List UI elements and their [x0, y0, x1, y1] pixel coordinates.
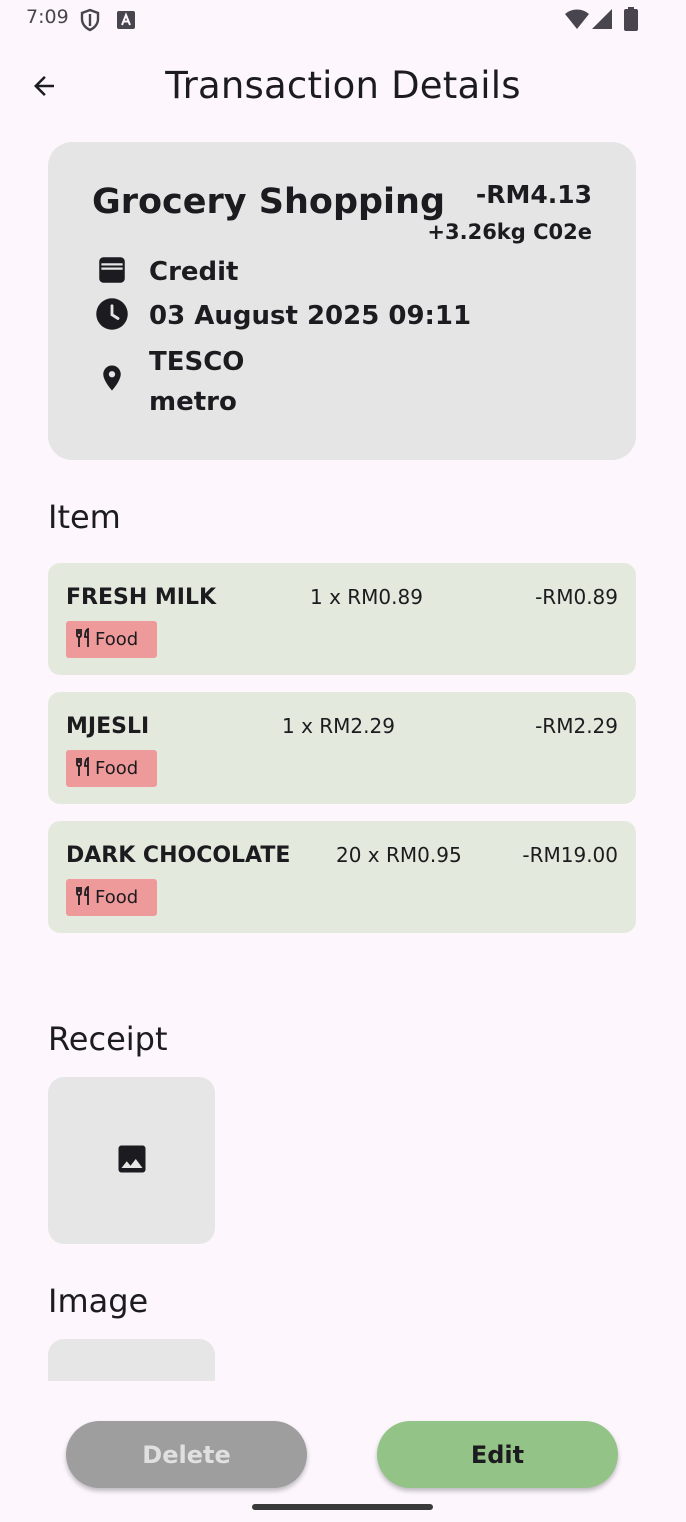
item-total: -RM19.00 — [522, 843, 618, 867]
receipt-heading: Receipt — [48, 1020, 168, 1058]
category-tag: Food — [66, 750, 157, 787]
restaurant-icon — [75, 627, 93, 652]
item-card[interactable]: MJESLI 1 x RM2.29 -RM2.29 Food — [48, 692, 636, 804]
cell-signal-icon — [591, 8, 613, 34]
category-label: Food — [95, 629, 139, 650]
image-thumbnail[interactable] — [48, 1339, 215, 1381]
notification-app-icon — [116, 10, 136, 34]
item-card[interactable]: DARK CHOCOLATE 20 x RM0.95 -RM19.00 Food — [48, 821, 636, 933]
transaction-datetime: 03 August 2025 09:11 — [149, 301, 472, 331]
delete-button[interactable]: Delete — [66, 1421, 307, 1488]
payment-method-row: Credit — [94, 252, 239, 292]
location-line-1: TESCO — [149, 347, 245, 377]
home-indicator[interactable] — [252, 1504, 433, 1510]
item-quantity: 1 x RM0.89 — [310, 585, 423, 609]
payment-method: Credit — [149, 257, 239, 287]
item-card[interactable]: FRESH MILK 1 x RM0.89 -RM0.89 Food — [48, 563, 636, 675]
image-icon — [114, 1141, 150, 1181]
location-line-2: metro — [149, 387, 237, 417]
category-label: Food — [95, 887, 139, 908]
page-title: Transaction Details — [165, 64, 521, 107]
transaction-summary-card: Grocery Shopping -RM4.13 +3.26kg C02e Cr… — [48, 142, 636, 460]
item-total: -RM0.89 — [535, 585, 618, 609]
clock-icon — [94, 296, 130, 332]
item-name: MJESLI — [66, 714, 150, 739]
status-time: 7:09 — [26, 6, 69, 28]
wifi-icon — [564, 8, 590, 34]
edit-button[interactable]: Edit — [377, 1421, 618, 1488]
category-label: Food — [95, 758, 139, 779]
category-tag: Food — [66, 621, 157, 658]
restaurant-icon — [75, 756, 93, 781]
item-name: FRESH MILK — [66, 585, 217, 610]
item-name: DARK CHOCOLATE — [66, 843, 291, 868]
location-pin-icon — [94, 360, 130, 396]
receipt-thumbnail[interactable] — [48, 1077, 215, 1244]
battery-icon — [624, 7, 638, 35]
location-row: TESCO metro — [94, 342, 244, 422]
image-heading: Image — [48, 1282, 149, 1320]
transaction-title: Grocery Shopping — [92, 182, 446, 222]
restaurant-icon — [75, 885, 93, 910]
wallet-icon — [94, 252, 130, 288]
items-heading: Item — [48, 498, 121, 536]
shield-icon — [80, 8, 100, 36]
item-total: -RM2.29 — [535, 714, 618, 738]
transaction-co2: +3.26kg C02e — [427, 220, 592, 244]
category-tag: Food — [66, 879, 157, 916]
datetime-row: 03 August 2025 09:11 — [94, 296, 471, 336]
transaction-details-screen: 7:09 Transaction Details Grocery Shoppin… — [0, 0, 686, 1522]
item-quantity: 1 x RM2.29 — [282, 714, 395, 738]
item-quantity: 20 x RM0.95 — [336, 843, 462, 867]
transaction-amount: -RM4.13 — [475, 180, 592, 209]
transaction-location: TESCO metro — [149, 342, 244, 422]
status-bar: 7:09 — [0, 0, 686, 40]
